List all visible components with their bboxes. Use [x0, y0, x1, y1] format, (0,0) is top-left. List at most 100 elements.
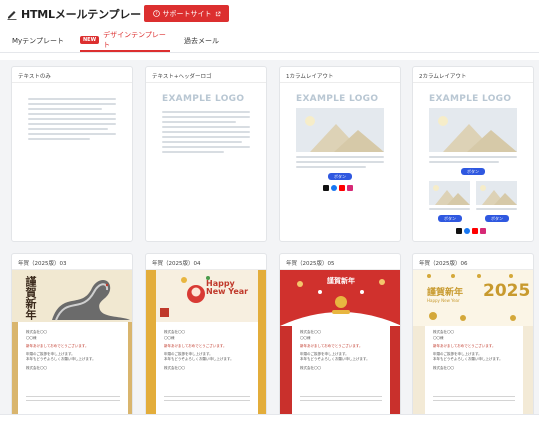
- template-card-1-column[interactable]: 1カラムレイアウト EXAMPLE LOGO ボタン: [279, 66, 401, 242]
- hero-image-placeholder: [429, 108, 517, 152]
- letter-name: 〇〇様: [433, 336, 444, 340]
- bottom-bar: [0, 414, 539, 427]
- text-line: [164, 396, 250, 397]
- header-art: Happy New Year: [156, 270, 258, 322]
- text-line: [162, 116, 250, 118]
- support-site-button[interactable]: ? サポートサイト: [144, 5, 229, 22]
- letter-greeting: 新年あけましておめでとうございます。: [300, 344, 363, 348]
- template-card-nenga-06[interactable]: 年賀（2025版）06 謹賀新年 2025 Happy New Year 株式会…: [412, 253, 534, 427]
- template-card-title: テキスト+ヘッダーロゴ: [152, 74, 212, 80]
- text-line: [162, 136, 250, 138]
- template-card-2-column[interactable]: 2カラムレイアウト EXAMPLE LOGO ボタン ボタン ボタン: [412, 66, 534, 242]
- template-card-title: 2カラムレイアウト: [419, 74, 467, 80]
- header-art: 謹賀新年: [280, 270, 400, 326]
- text-line: [162, 151, 224, 153]
- text-line: [162, 141, 242, 143]
- letter-company: 株式会社〇〇: [164, 330, 185, 334]
- external-link-icon: [215, 11, 220, 16]
- nenga-title: 謹賀新年: [327, 276, 355, 285]
- tab-past-mail-label: 過去メール: [184, 37, 219, 45]
- template-card-title: 1カラムレイアウト: [286, 74, 334, 80]
- youtube-icon: [472, 228, 478, 234]
- text-line: [300, 400, 382, 401]
- social-icons: [456, 228, 486, 234]
- youtube-icon: [339, 185, 345, 191]
- letter-sender: 株式会社〇〇: [26, 366, 47, 370]
- template-tabs: Myテンプレート NEW デザインテンプレート 過去メール: [0, 30, 539, 52]
- text-line: [28, 123, 116, 125]
- card-divider: [413, 82, 533, 83]
- column-image-right: [476, 181, 517, 205]
- text-line: [296, 156, 384, 158]
- nenga-title: Happy New Year: [206, 279, 249, 296]
- text-line: [296, 161, 384, 163]
- text-line: [162, 126, 250, 128]
- letter-body-2: 本年もどうぞよろしくお願い申し上げます。: [26, 357, 96, 361]
- text-line: [162, 131, 250, 133]
- nenga-title: 謹賀新年: [427, 288, 464, 298]
- text-line: [28, 138, 90, 140]
- letter-name: 〇〇様: [164, 336, 175, 340]
- x-icon: [456, 228, 462, 234]
- text-line: [28, 128, 108, 130]
- tab-design-templates-label: デザインテンプレート: [103, 31, 166, 49]
- text-line: [162, 146, 250, 148]
- text-line: [433, 400, 515, 401]
- text-line: [476, 208, 517, 210]
- text-line: [28, 113, 116, 115]
- text-line: [162, 121, 236, 123]
- letter-company: 株式会社〇〇: [26, 330, 47, 334]
- x-icon: [323, 185, 329, 191]
- app-title-wrap: HTMLメールテンプレート: [6, 6, 152, 22]
- letter-greeting: 新年あけましておめでとうございます。: [164, 344, 227, 348]
- letter-body-2: 本年もどうぞよろしくお願い申し上げます。: [433, 357, 503, 361]
- letter-sender: 株式会社〇〇: [300, 366, 321, 370]
- template-preview: 謹賀新年 株式会社〇〇 〇〇様 新年あけましておめでとうございます。 年頭のご挨…: [12, 270, 132, 427]
- letter-name: 〇〇様: [26, 336, 37, 340]
- template-card-title: 年賀（2025版）05: [286, 261, 335, 267]
- text-line: [28, 98, 116, 100]
- letter-sender: 株式会社〇〇: [164, 366, 185, 370]
- nenga-title: 謹賀新年: [24, 276, 37, 320]
- letter-greeting: 新年あけましておめでとうございます。: [433, 344, 496, 348]
- facebook-icon: [464, 228, 470, 234]
- template-card-title: 年賀（2025版）04: [152, 261, 201, 267]
- sample-button-right: ボタン: [485, 215, 509, 222]
- letter-sender: 株式会社〇〇: [433, 366, 454, 370]
- new-badge: NEW: [80, 36, 100, 44]
- tab-my-templates[interactable]: Myテンプレート: [12, 30, 64, 52]
- text-line: [28, 108, 102, 110]
- template-card-nenga-03[interactable]: 年賀（2025版）03 謹賀新年 株式会社〇〇 〇〇様 新年あけましておめでとう…: [11, 253, 133, 427]
- text-line: [164, 400, 250, 401]
- letter-greeting: 新年あけましておめでとうございます。: [26, 344, 89, 348]
- template-card-text-only[interactable]: テキストのみ: [11, 66, 133, 242]
- tab-past-mail[interactable]: 過去メール: [184, 30, 219, 52]
- tab-design-templates[interactable]: NEW デザインテンプレート: [80, 30, 170, 52]
- header-art: 謹賀新年 2025 Happy New Year: [413, 270, 533, 326]
- app-title: HTMLメールテンプレート: [21, 8, 152, 21]
- letter-paper: 株式会社〇〇 〇〇様 新年あけましておめでとうございます。 年頭のご挨拶を申し上…: [292, 326, 390, 427]
- template-preview: 謹賀新年 株式会社〇〇 〇〇様 新年あけましておめでとうございます。 年頭のご挨…: [280, 270, 400, 427]
- tab-my-templates-label: Myテンプレート: [12, 37, 64, 45]
- sample-button: ボタン: [461, 168, 485, 175]
- template-card-nenga-05[interactable]: 年賀（2025版）05 謹賀新年 株式会社〇〇 〇〇様 新年あけましておめでとう…: [279, 253, 401, 427]
- letter-paper: 株式会社〇〇 〇〇様 新年あけましておめでとうございます。 年頭のご挨拶を申し上…: [156, 322, 258, 427]
- template-card-nenga-04[interactable]: 年賀（2025版）04 Happy New Year 株式会社〇〇 〇〇様 新年…: [145, 253, 267, 427]
- letter-company: 株式会社〇〇: [300, 330, 321, 334]
- sample-button: ボタン: [328, 173, 352, 180]
- daruma-illustration: [156, 270, 258, 322]
- template-card-title: テキストのみ: [18, 74, 51, 80]
- nenga-year: 2025: [483, 281, 531, 301]
- example-logo: EXAMPLE LOGO: [162, 94, 245, 104]
- hero-image-placeholder: [296, 108, 384, 152]
- letter-body-2: 本年もどうぞよろしくお願い申し上げます。: [164, 357, 234, 361]
- text-line: [162, 111, 250, 113]
- text-line: [26, 400, 120, 401]
- template-card-text-header-logo[interactable]: テキスト+ヘッダーロゴ EXAMPLE LOGO: [145, 66, 267, 242]
- instagram-icon: [347, 185, 353, 191]
- svg-text:?: ?: [155, 11, 157, 16]
- text-line: [28, 133, 116, 135]
- text-line: [429, 208, 470, 210]
- pencil-icon: [7, 11, 17, 20]
- text-line: [300, 396, 382, 397]
